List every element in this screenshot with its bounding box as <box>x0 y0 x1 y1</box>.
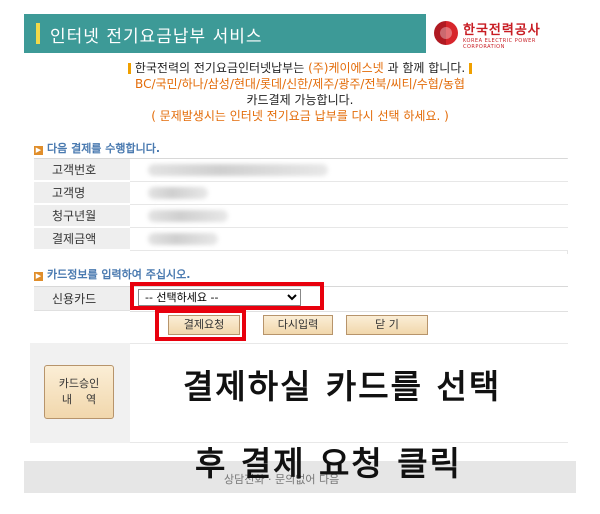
intro-company: (주)케이에스넷 <box>308 61 384 75</box>
label-customer-number: 고객번호 <box>34 159 130 181</box>
row-customer-name: 고객명 <box>34 182 568 205</box>
page-title: 인터넷 전기요금납부 서비스 <box>50 27 263 47</box>
row-payment-amount: 결제금액 <box>34 228 568 251</box>
header-banner: 인터넷 전기요금납부 서비스 한국전력공사 KOREA ELECTRIC POW… <box>24 14 576 53</box>
card-approval-button[interactable]: 카드승인 내 역 <box>44 365 114 419</box>
intro-left-bar <box>127 63 131 74</box>
approval-label-1: 카드승인 <box>58 377 100 390</box>
row-billing-month: 청구년월 <box>34 205 568 228</box>
highlight-pay-button <box>155 309 246 341</box>
value-billing-month <box>130 205 568 228</box>
value-payment-amount <box>130 228 568 251</box>
close-button[interactable]: 닫 기 <box>346 315 428 335</box>
intro-line1-post: 과 함께 합니다. <box>383 61 466 75</box>
label-billing-month: 청구년월 <box>34 205 130 227</box>
blurred-value <box>148 210 228 222</box>
instruction-overlay-line2: 후 결제 요청 클릭 <box>195 444 462 483</box>
intro-line1-pre: 한국전력의 전기요금인터넷납부는 <box>134 61 309 75</box>
value-customer-number <box>130 159 568 182</box>
intro-card-list: BC/국민/하나/삼성/현대/롯데/신한/제주/광주/전북/씨티/수협/농협 <box>135 77 465 91</box>
approval-label-2: 내 역 <box>61 393 97 406</box>
logo-subtext: KOREA ELECTRIC POWER CORPORATION <box>463 38 536 50</box>
intro-right-bar <box>469 63 473 74</box>
label-customer-name: 고객명 <box>34 182 130 204</box>
label-payment-amount: 결제금액 <box>34 228 130 250</box>
section-card-heading-text: 카드정보를 입력하여 주십시오. <box>47 268 191 281</box>
blurred-value <box>148 233 218 245</box>
header-accent-bar <box>36 23 40 44</box>
intro-text: 한국전력의 전기요금인터넷납부는 (주)케이에스넷 과 함께 합니다. BC/국… <box>24 60 576 124</box>
intro-line3: 카드결제 가능합니다. <box>246 93 354 107</box>
section-payment-heading: ▶ 다음 결제를 수행합니다. <box>34 140 160 156</box>
label-credit-card: 신용카드 <box>34 287 130 311</box>
highlight-card-select <box>130 282 324 310</box>
section-payment-heading-text: 다음 결제를 수행합니다. <box>47 142 161 155</box>
intro-warning: ( 문제발생시는 인터넷 전기요금 납부를 다시 선택 하세요. ) <box>151 109 449 123</box>
kepco-emblem-icon <box>434 21 458 45</box>
instruction-overlay-line1: 결제하실 카드를 선택 <box>183 367 502 406</box>
section-card-heading: ▶ 카드정보를 입력하여 주십시오. <box>34 266 190 282</box>
arrow-right-icon: ▶ <box>34 272 43 281</box>
row-customer-number: 고객번호 <box>34 159 568 182</box>
approval-left-cell: 카드승인 내 역 <box>30 343 130 443</box>
logo-text: 한국전력공사 <box>463 23 541 38</box>
reset-button[interactable]: 다시입력 <box>263 315 333 335</box>
blurred-value <box>148 187 208 199</box>
value-customer-name <box>130 182 568 205</box>
arrow-right-icon: ▶ <box>34 146 43 155</box>
blurred-value <box>148 164 328 176</box>
kepco-logo: 한국전력공사 KOREA ELECTRIC POWER CORPORATION <box>426 14 576 53</box>
